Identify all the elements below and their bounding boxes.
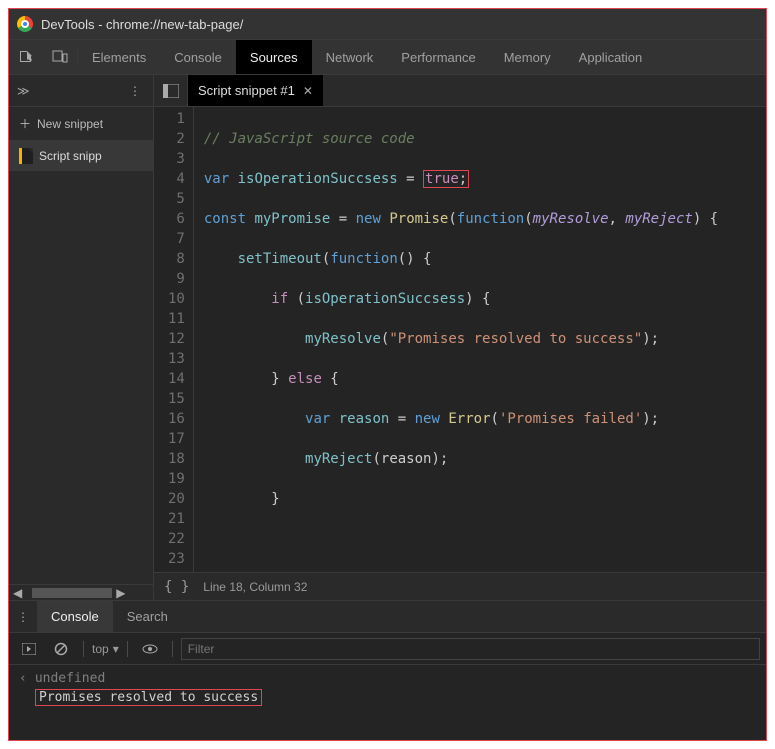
console-log[interactable]: ‹ undefined Promises resolved to success [9,665,766,712]
chevron-down-icon: ▾ [113,642,119,656]
drawer-more-icon[interactable]: ⋮ [9,601,37,632]
scroll-thumb[interactable] [32,588,112,598]
new-snippet-label: New snippet [37,117,103,131]
window-titlebar: DevTools - chrome://new-tab-page/ [9,9,766,39]
console-undefined: undefined [35,671,105,686]
sidebar-toggle-icon[interactable] [15,643,43,655]
editor-tab[interactable]: Script snippet #1 ✕ [188,75,323,106]
clear-console-icon[interactable] [47,642,75,656]
tab-sources[interactable]: Sources [236,40,312,74]
tab-network[interactable]: Network [312,40,388,74]
filter-input[interactable] [181,638,760,660]
tab-memory[interactable]: Memory [490,40,565,74]
plus-icon: ＋ [19,115,31,132]
sidebar-scrollbar[interactable]: ◀ ▶ [9,584,153,600]
console-drawer: ⋮ Console Search top ▾ ‹ [9,600,766,740]
code-editor[interactable]: 1234567891011121314151617181920212223242… [154,107,766,572]
live-expression-icon[interactable] [136,644,164,654]
input-caret-icon: ‹ [19,671,27,686]
cursor-position: Line 18, Column 32 [203,580,307,594]
editor-tab-label: Script snippet #1 [198,83,295,98]
device-toggle-icon[interactable] [43,40,77,74]
close-tab-icon[interactable]: ✕ [303,84,313,98]
line-gutter: 1234567891011121314151617181920212223242… [154,107,194,572]
chrome-icon [17,16,33,32]
editor-status-bar: { } Line 18, Column 32 [154,572,766,600]
scroll-left-icon[interactable]: ◀ [9,586,26,600]
tab-console[interactable]: Console [160,40,236,74]
snippets-sidebar: ≫ ⋮ ＋ New snippet Script snipp ◀ ▶ [9,75,154,600]
snippet-file-icon [19,148,33,164]
main-tabstrip: Elements Console Sources Network Perform… [9,39,766,75]
tab-performance[interactable]: Performance [387,40,489,74]
window-title: DevTools - chrome://new-tab-page/ [41,17,243,32]
tab-elements[interactable]: Elements [78,40,160,74]
expand-panes-icon[interactable]: ≫ [17,84,30,98]
drawer-tab-console[interactable]: Console [37,601,113,632]
code-content[interactable]: // JavaScript source code var isOperatio… [194,107,766,572]
inspect-icon[interactable] [9,40,43,74]
more-icon[interactable]: ⋮ [121,84,149,98]
pretty-print-icon[interactable]: { } [164,579,189,595]
tab-application[interactable]: Application [565,40,657,74]
context-selector[interactable]: top ▾ [92,642,119,656]
new-snippet-button[interactable]: ＋ New snippet [9,107,153,141]
drawer-tab-search[interactable]: Search [113,601,182,632]
snippet-name: Script snipp [39,149,102,163]
context-label: top [92,642,109,656]
console-output: Promises resolved to success [35,689,262,706]
snippet-item[interactable]: Script snipp [9,141,153,171]
toggle-navigator-icon[interactable] [154,75,188,106]
scroll-right-icon[interactable]: ▶ [112,586,129,600]
console-toolbar: top ▾ [9,633,766,665]
